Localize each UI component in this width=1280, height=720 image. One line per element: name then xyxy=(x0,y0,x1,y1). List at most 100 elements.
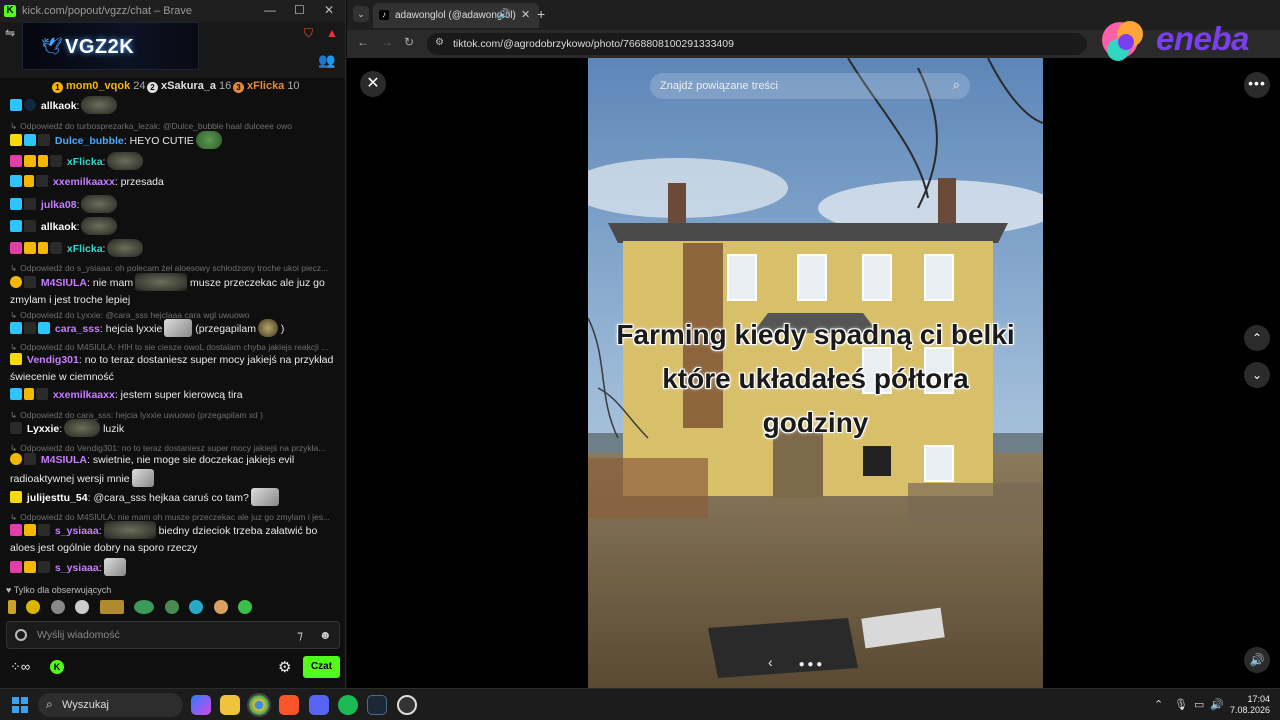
quick-emote-bar xyxy=(8,598,258,616)
users-icon[interactable]: 👥 xyxy=(318,52,335,69)
sub-badge-icon xyxy=(10,322,22,334)
emote xyxy=(195,131,222,149)
close-tab-icon[interactable]: ✕ xyxy=(521,8,530,21)
next-post-button[interactable]: ⌄ xyxy=(1244,362,1270,388)
network-icon[interactable]: ▭ xyxy=(1194,698,1204,711)
eneba-logo-icon xyxy=(1102,21,1143,61)
new-tab-icon[interactable]: + xyxy=(537,6,545,22)
spotify-icon[interactable] xyxy=(338,695,358,715)
obs-icon[interactable] xyxy=(397,695,417,715)
chat-message: M4SIULA: nie mam musze przeczekac ale ju… xyxy=(10,273,336,309)
emoji-icon[interactable]: ☻ xyxy=(319,628,332,642)
sub-badge-icon xyxy=(10,524,22,536)
taskbar-clock[interactable]: 17:04 7.08.2026 xyxy=(1226,694,1270,716)
emote[interactable] xyxy=(8,599,16,614)
kick-logo-icon[interactable]: K xyxy=(50,660,64,674)
brave-shield-icon[interactable]: ⛉ xyxy=(304,26,313,41)
sub-badge-icon xyxy=(10,388,22,400)
chat-message: xxemilkaaxx: jestem super kierowcą tira xyxy=(10,387,336,404)
emote xyxy=(81,96,118,114)
gift-badge-icon xyxy=(24,134,36,146)
site-info-icon[interactable]: ⚙ xyxy=(435,37,444,48)
maximize-icon[interactable]: ☐ xyxy=(294,3,305,17)
sub-badge-icon xyxy=(10,220,22,232)
chat-window: K kick.com/popout/vgzz/chat – Brave — ☐ … xyxy=(0,0,346,688)
reply-arrow-icon: ↳ xyxy=(10,342,18,352)
leaderboard-entry[interactable]: 2 xSakura_a 16 xyxy=(147,80,231,93)
emote[interactable] xyxy=(99,599,124,614)
chat-message: Dulce_bubble: HEYO CUTIE xyxy=(10,131,336,150)
carousel-dots-icon: ● ● ● xyxy=(798,659,823,670)
emote[interactable] xyxy=(189,599,204,614)
steam-icon[interactable] xyxy=(367,695,387,715)
reload-icon[interactable]: ↻ xyxy=(404,35,414,49)
leaderboard-entry[interactable]: 3 xFlicka 10 xyxy=(233,80,300,93)
emote[interactable] xyxy=(75,599,90,614)
post-photo[interactable]: Znajdź powiązane treści ⌕ Farming kiedy … xyxy=(588,58,1043,688)
carousel-controls: ‹ ● ● ● xyxy=(768,654,822,670)
verified-badge-icon xyxy=(36,175,48,187)
speaker-icon[interactable]: 🔊 xyxy=(498,9,510,20)
emote[interactable] xyxy=(26,599,41,614)
close-icon[interactable]: ✕ xyxy=(324,3,334,17)
carousel-prev-icon[interactable]: ‹ xyxy=(768,654,773,670)
site-settings-icon[interactable]: ⇋ xyxy=(5,26,15,40)
verified-badge-icon xyxy=(50,155,62,167)
tab-list-icon[interactable]: ⌄ xyxy=(353,6,369,22)
forward-icon[interactable]: → xyxy=(381,35,393,49)
windows-start-icon[interactable] xyxy=(12,697,28,713)
silver-medal-icon: 2 xyxy=(147,82,158,93)
emote xyxy=(135,273,188,291)
emote[interactable] xyxy=(164,599,179,614)
verified-badge-icon xyxy=(38,524,50,536)
eneba-ad[interactable]: eneba xyxy=(1098,14,1268,66)
emote[interactable] xyxy=(134,599,155,614)
chrome-icon[interactable] xyxy=(247,693,271,717)
related-search-bar[interactable]: Znajdź powiązane treści ⌕ xyxy=(650,73,970,99)
file-explorer-icon[interactable] xyxy=(220,695,240,715)
heart-icon: ♥ xyxy=(6,585,12,595)
chat-mode-icon[interactable] xyxy=(15,629,27,641)
chat-message: xFlicka: xyxy=(10,239,336,258)
chat-message: cara_sss: hejcia lyxxie (przegapilam ) xyxy=(10,319,336,338)
url-field[interactable]: ⚙ tiktok.com/@agrodobrzykowo/photo/76688… xyxy=(427,33,1087,55)
emote[interactable] xyxy=(213,599,228,614)
taskbar-search[interactable]: ⌕ Wyszukaj xyxy=(38,693,183,717)
tray-expand-icon[interactable]: ⌃ xyxy=(1154,698,1163,711)
microphone-icon[interactable]: 🎙 xyxy=(1174,698,1188,711)
gold-medal-icon: 1 xyxy=(52,82,63,93)
back-icon[interactable]: ← xyxy=(357,35,369,49)
sub-badge-icon xyxy=(10,155,22,167)
chat-input[interactable]: Wyślij wiadomość ⁊ ☻ xyxy=(6,621,340,649)
crown-badge-icon xyxy=(24,155,36,167)
brave-rewards-icon[interactable]: ▲ xyxy=(326,26,338,40)
previous-post-button[interactable]: ⌃ xyxy=(1244,325,1270,351)
tab-tiktok[interactable]: ♪ adawonglol (@adawonglol) 🔊 ✕ xyxy=(373,3,539,28)
sub-badge-icon xyxy=(10,134,22,146)
reply-arrow-icon: ↳ xyxy=(10,121,18,131)
bronze-medal-icon: 3 xyxy=(233,82,244,93)
gear-icon[interactable]: ⚙ xyxy=(278,658,291,676)
emote[interactable] xyxy=(50,599,65,614)
close-viewer-button[interactable]: ✕ xyxy=(360,71,386,97)
brave-icon[interactable] xyxy=(279,695,299,715)
discord-icon[interactable] xyxy=(309,695,329,715)
emote[interactable] xyxy=(238,599,253,614)
sub-badge-icon xyxy=(10,353,22,365)
chat-messages[interactable]: allkaok: ↳ Odpowiedź do turbosprezarka_le… xyxy=(0,96,345,586)
chat-send-button[interactable]: Czat xyxy=(303,656,340,678)
infinity-icon[interactable]: ⁘∞ xyxy=(10,659,30,675)
translate-icon[interactable]: ⁊ xyxy=(297,628,303,642)
sub-badge-icon xyxy=(10,242,22,254)
chat-message: allkaok: xyxy=(10,217,336,236)
volume-button[interactable]: 🔊 xyxy=(1244,647,1270,673)
emote xyxy=(81,217,118,235)
volume-icon[interactable]: 🔊 xyxy=(1210,698,1224,711)
leaderboard-entry[interactable]: 1 mom0_vqok 24 xyxy=(52,80,145,93)
copilot-icon[interactable] xyxy=(191,695,211,715)
chat-input-placeholder: Wyślij wiadomość xyxy=(37,629,120,641)
chat-message: Lyxxie: luzik xyxy=(10,419,336,438)
minimize-icon[interactable]: — xyxy=(264,3,276,17)
chat-footer: ⁘∞ K ⚙ Czat xyxy=(0,652,345,682)
more-options-button[interactable]: ••• xyxy=(1244,72,1270,98)
